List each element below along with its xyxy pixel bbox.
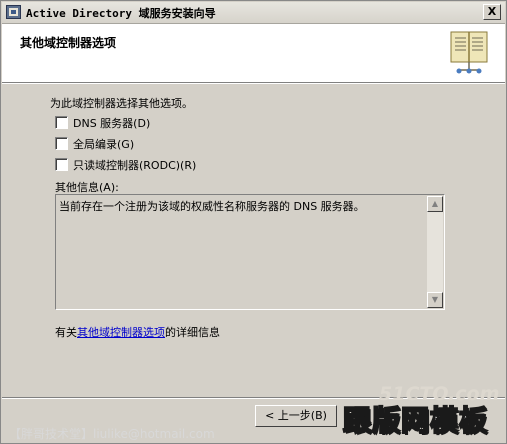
rodc-label[interactable]: 只读域控制器(RODC)(R) xyxy=(73,157,196,173)
title-bar: Active Directory 域服务安装向导 X xyxy=(2,2,505,24)
help-link-line: 有关其他域控制器选项的详细信息 xyxy=(55,324,220,340)
watermark-template: 跟版网模板 xyxy=(342,403,489,438)
page-title: 其他域控制器选项 xyxy=(20,36,117,50)
additional-info-label: 其他信息(A): xyxy=(55,181,119,194)
wizard-window: Active Directory 域服务安装向导 X 其他域控制器选项 为此域控… xyxy=(0,0,507,444)
rodc-checkbox[interactable] xyxy=(55,158,68,171)
global-catalog-checkbox[interactable] xyxy=(55,137,68,150)
help-link-suffix: 的详细信息 xyxy=(165,326,220,339)
wizard-header: 其他域控制器选项 xyxy=(2,24,505,83)
wizard-body: 为此域控制器选择其他选项。 DNS 服务器(D) 全局编录(G) 只读域控制器(… xyxy=(2,84,505,396)
close-button[interactable]: X xyxy=(483,4,501,20)
additional-info-textbox[interactable]: 当前存在一个注册为该域的权威性名称服务器的 DNS 服务器。 ▲ ▼ xyxy=(55,194,445,310)
scroll-up-arrow-icon[interactable]: ▲ xyxy=(427,196,443,212)
window-title: Active Directory 域服务安装向导 xyxy=(26,7,216,20)
more-dc-options-link[interactable]: 其他域控制器选项 xyxy=(77,326,165,339)
book-icon xyxy=(450,31,488,74)
help-link-prefix: 有关 xyxy=(55,326,77,339)
dns-server-label[interactable]: DNS 服务器(D) xyxy=(73,115,150,131)
instruction-text: 为此域控制器选择其他选项。 xyxy=(50,97,193,110)
additional-info-text: 当前存在一个注册为该域的权威性名称服务器的 DNS 服务器。 xyxy=(59,200,365,213)
back-button[interactable]: < 上一步(B) xyxy=(255,405,337,427)
directory-icon xyxy=(6,5,21,19)
scroll-down-arrow-icon[interactable]: ▼ xyxy=(427,292,443,308)
info-scrollbar[interactable]: ▲ ▼ xyxy=(427,196,443,308)
dns-server-checkbox[interactable] xyxy=(55,116,68,129)
footer-brand-text: 【胖哥技术堂】liulike@hotmail.com xyxy=(9,427,215,441)
global-catalog-label[interactable]: 全局编录(G) xyxy=(73,136,134,152)
